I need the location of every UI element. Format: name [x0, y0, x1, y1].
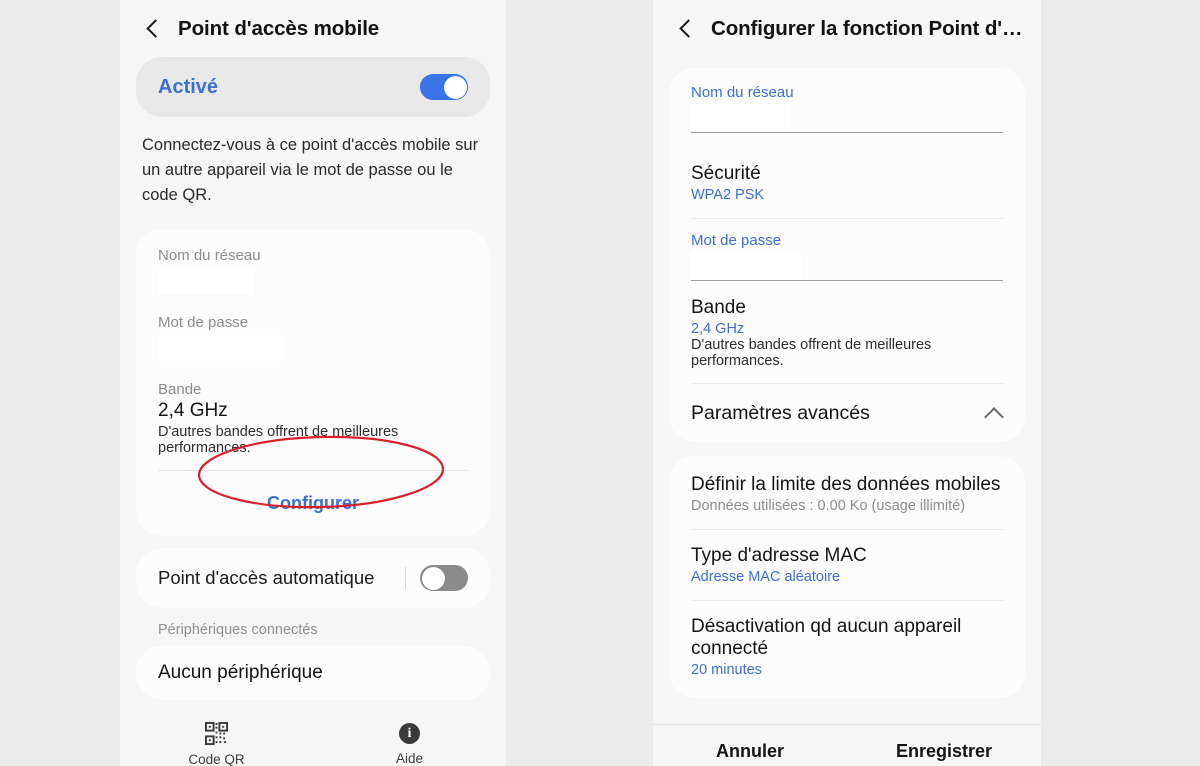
- cancel-button[interactable]: Annuler: [653, 725, 847, 766]
- data-limit-row[interactable]: Définir la limite des données mobiles Do…: [669, 474, 1025, 514]
- info-circle-icon: i: [399, 723, 420, 745]
- band-field[interactable]: Bande 2,4 GHz D'autres bandes offrent de…: [136, 381, 490, 456]
- network-name-value-redacted: [691, 104, 791, 132]
- mac-address-type-title: Type d'adresse MAC: [691, 545, 867, 566]
- password-value-redacted: [691, 252, 801, 280]
- hotspot-toggle-switch[interactable]: [420, 74, 468, 100]
- left-action-bar: Code QR i Aide: [120, 722, 506, 766]
- security-field[interactable]: Sécurité WPA2 PSK: [669, 163, 1025, 203]
- auto-hotspot-label: Point d'accès automatique: [158, 567, 375, 589]
- left-phone-screen: Point d'accès mobile Activé Connectez-vo…: [120, 0, 506, 766]
- auto-off-sub: 20 minutes: [691, 662, 762, 678]
- screenshot-stage: Point d'accès mobile Activé Connectez-vo…: [0, 0, 1200, 766]
- mac-address-type-sub: Adresse MAC aléatoire: [691, 569, 841, 585]
- band-value: 2,4 GHz: [158, 400, 228, 422]
- toggle-knob: [443, 75, 467, 99]
- advanced-settings-label: Paramètres avancés: [691, 401, 870, 424]
- connected-devices-value: Aucun périphérique: [158, 662, 323, 684]
- password-field[interactable]: Mot de passe: [136, 314, 490, 362]
- hotspot-toggle-label: Activé: [158, 75, 219, 98]
- auto-hotspot-card[interactable]: Point d'accès automatique: [136, 548, 490, 609]
- back-icon[interactable]: [673, 17, 697, 41]
- save-button[interactable]: Enregistrer: [847, 725, 1041, 766]
- right-header: Configurer la fonction Point d'…: [653, 0, 1041, 57]
- help-action[interactable]: i Aide: [313, 722, 506, 766]
- band-label: Bande: [691, 297, 746, 318]
- auto-off-row[interactable]: Désactivation qd aucun appareil connecté…: [669, 616, 1025, 678]
- password-field[interactable]: Mot de passe: [669, 232, 1025, 281]
- qr-code-label: Code QR: [188, 752, 245, 766]
- switch-separator: [405, 567, 406, 590]
- band-hint: D'autres bandes offrent de meilleures pe…: [158, 424, 399, 457]
- network-name-label: Nom du réseau: [691, 84, 794, 101]
- page-title: Point d'accès mobile: [178, 16, 380, 40]
- auto-hotspot-switch[interactable]: [420, 565, 468, 592]
- band-label: Bande: [158, 381, 202, 399]
- advanced-settings-row[interactable]: Paramètres avancés: [669, 384, 1025, 442]
- data-limit-title: Définir la limite des données mobiles: [691, 474, 1001, 495]
- band-hint: D'autres bandes offrent de meilleures pe…: [691, 337, 932, 369]
- security-value: WPA2 PSK: [691, 187, 765, 203]
- password-value-redacted: [158, 335, 284, 362]
- qr-code-action[interactable]: Code QR: [120, 722, 313, 766]
- right-phone-screen: Configurer la fonction Point d'… Nom du …: [653, 0, 1041, 766]
- data-limit-sub: Données utilisées : 0.00 Ko (usage illim…: [691, 498, 966, 514]
- help-label: Aide: [395, 751, 424, 766]
- network-name-value-redacted: [158, 268, 254, 295]
- chevron-up-icon[interactable]: [985, 404, 1003, 422]
- right-screen-content: Configurer la fonction Point d'… Nom du …: [653, 0, 1041, 766]
- page-title: Configurer la fonction Point d'…: [711, 16, 1023, 40]
- back-icon[interactable]: [140, 17, 164, 41]
- band-value: 2,4 GHz: [691, 321, 745, 337]
- security-label: Sécurité: [691, 163, 761, 184]
- password-label: Mot de passe: [691, 232, 782, 249]
- advanced-settings-card: Définir la limite des données mobiles Do…: [669, 456, 1025, 698]
- network-name-field[interactable]: Nom du réseau: [136, 247, 490, 295]
- hotspot-toggle-card[interactable]: Activé: [136, 57, 490, 117]
- connected-devices-caption: Périphériques connectés: [158, 622, 318, 639]
- network-name-field[interactable]: Nom du réseau: [669, 84, 1025, 133]
- hotspot-info-card: Nom du réseau Mot de passe Bande 2,4 GHz: [136, 229, 490, 537]
- right-button-bar: Annuler Enregistrer: [653, 724, 1041, 766]
- qr-code-icon: [205, 722, 228, 746]
- password-label: Mot de passe: [158, 314, 249, 332]
- network-name-label: Nom du réseau: [158, 247, 261, 265]
- auto-off-title: Désactivation qd aucun appareil connecté: [691, 616, 962, 659]
- configure-button[interactable]: Configurer: [136, 471, 490, 536]
- configure-form-card: Nom du réseau Sécurité WPA2 PSK Mot de p…: [669, 68, 1025, 442]
- band-field[interactable]: Bande 2,4 GHz D'autres bandes offrent de…: [669, 297, 1025, 369]
- toggle-knob: [421, 566, 445, 590]
- hotspot-description: Connectez-vous à ce point d'accès mobile…: [142, 136, 479, 204]
- mac-address-type-row[interactable]: Type d'adresse MAC Adresse MAC aléatoire: [669, 545, 1025, 585]
- connected-devices-card: Aucun périphérique: [136, 646, 490, 701]
- left-screen-content: Point d'accès mobile Activé Connectez-vo…: [120, 0, 506, 766]
- left-header: Point d'accès mobile: [120, 0, 506, 57]
